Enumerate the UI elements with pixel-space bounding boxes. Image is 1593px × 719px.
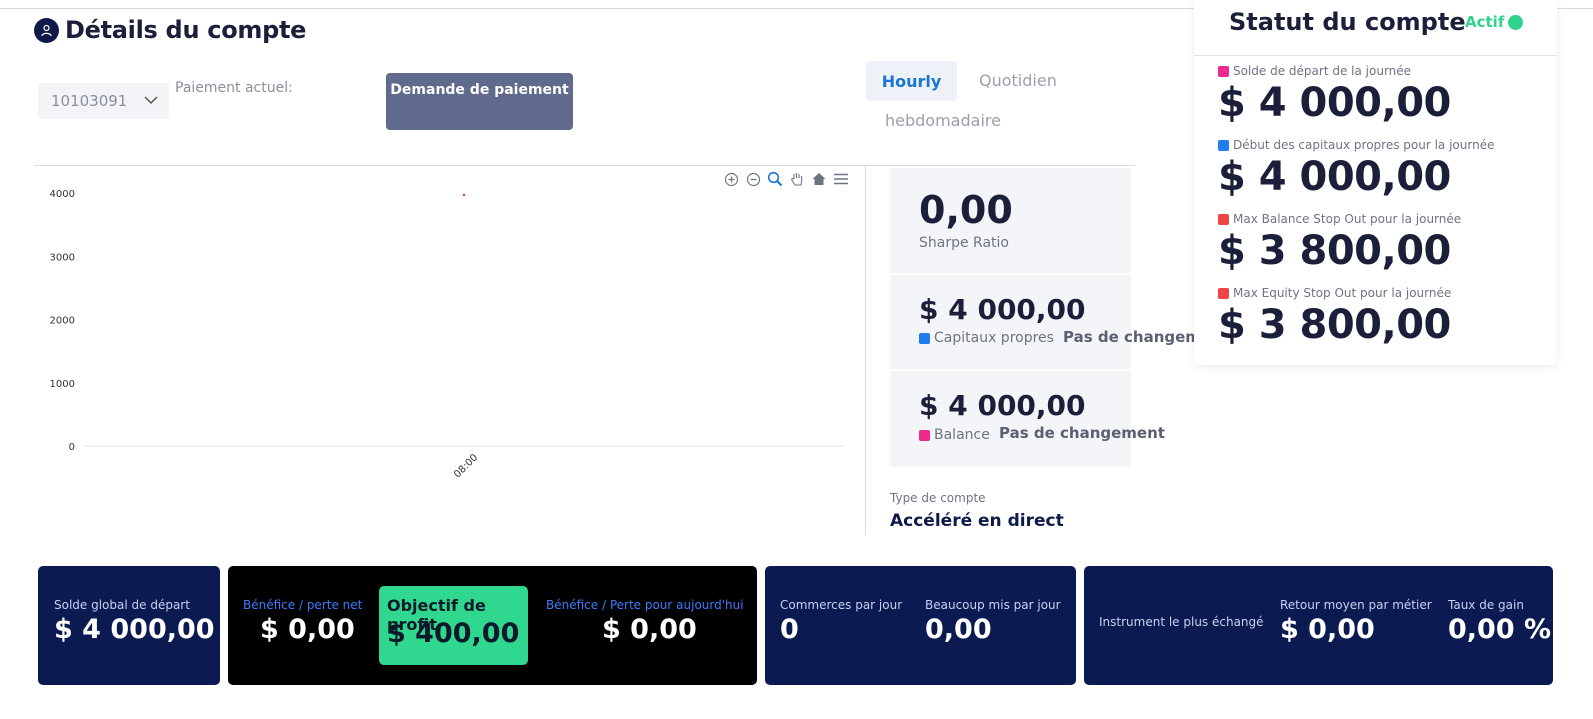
trades-per-day-label: Commerces par jour — [780, 598, 903, 612]
y-tick-label: 3000 — [50, 252, 75, 263]
equity-chart: 4000 3000 2000 1000 0 08:00 — [50, 189, 843, 480]
zoom-out-icon[interactable] — [744, 170, 762, 188]
status-badge-text: Actif — [1465, 13, 1505, 31]
tab-daily[interactable]: Quotidien — [979, 71, 1057, 90]
chevron-down-icon — [143, 92, 159, 112]
user-icon — [34, 17, 59, 43]
status-dot-icon — [1508, 14, 1524, 30]
avg-return-value: $ 0,00 — [1280, 614, 1375, 645]
status-item-label-text: Début des capitaux propres pour la journ… — [1233, 138, 1495, 152]
today-pl-value: $ 0,00 — [602, 614, 697, 645]
status-item-label-text: Solde de départ de la journée — [1233, 64, 1412, 78]
win-rate-label: Taux de gain — [1448, 598, 1524, 612]
zoom-select-icon[interactable] — [766, 170, 784, 188]
starting-balance-label: Solde global de départ — [54, 598, 190, 612]
menu-icon[interactable] — [832, 170, 850, 188]
status-swatch — [1218, 65, 1229, 77]
starting-balance-card: Solde global de départ $ 4 000,00 — [38, 566, 220, 685]
sharpe-ratio-label: Sharpe Ratio — [919, 235, 1009, 251]
y-tick-label: 1000 — [50, 379, 75, 390]
status-badge: Actif — [1465, 13, 1524, 31]
data-point — [462, 193, 466, 197]
account-select-value: 10103091 — [51, 92, 128, 110]
most-traded-label: Instrument le plus échangé — [1099, 615, 1264, 629]
balance-label: Balance — [919, 427, 990, 443]
y-tick-label: 4000 — [50, 189, 75, 200]
status-title: Statut du compte — [1229, 8, 1466, 36]
status-item-label: Début des capitaux propres pour la journ… — [1218, 138, 1494, 152]
status-item-value: $ 3 800,00 — [1218, 228, 1451, 274]
status-item-value: $ 4 000,00 — [1218, 154, 1451, 200]
current-payment-label: Paiement actuel: — [175, 80, 293, 96]
status-item-label: Max Balance Stop Out pour la journée — [1218, 212, 1461, 226]
home-icon[interactable] — [810, 170, 828, 188]
payment-request-button[interactable]: Demande de paiement — [386, 73, 573, 130]
status-swatch — [1218, 213, 1229, 225]
balance-change: Pas de changement — [999, 424, 1165, 442]
status-item-label: Max Equity Stop Out pour la journée — [1218, 286, 1451, 300]
account-type-label: Type de compte — [890, 491, 986, 505]
y-tick-label: 2000 — [50, 316, 75, 327]
balance-label-text: Balance — [934, 427, 990, 443]
starting-balance-value: $ 4 000,00 — [54, 614, 215, 645]
zoom-in-icon[interactable] — [722, 170, 740, 188]
sharpe-ratio-value: 0,00 — [919, 188, 1013, 232]
tab-weekly[interactable]: hebdomadaire — [885, 111, 1001, 130]
balance-legend-swatch — [919, 429, 930, 441]
page-header: Détails du compte — [34, 16, 306, 44]
balance-box: $ 4 000,00 Balance — [890, 371, 1131, 467]
equity-label: Capitaux propres — [919, 330, 1054, 346]
status-item-value: $ 4 000,00 — [1218, 80, 1451, 126]
y-tick-label: 0 — [69, 442, 75, 453]
page-title: Détails du compte — [65, 16, 307, 44]
status-item-value: $ 3 800,00 — [1218, 302, 1451, 348]
status-swatch — [1218, 139, 1229, 151]
avg-return-label: Retour moyen par métier — [1280, 598, 1432, 612]
performance-card: Instrument le plus échangé Retour moyen … — [1084, 566, 1553, 685]
pan-icon[interactable] — [788, 170, 806, 188]
chart-toolbar — [722, 170, 850, 188]
lots-per-day-label: Beaucoup mis par jour — [925, 598, 1061, 612]
equity-box: $ 4 000,00 Capitaux propres — [890, 275, 1131, 369]
lots-per-day-value: 0,00 — [925, 614, 992, 645]
profit-card: Bénéfice / perte net $ 0,00 Objectif de … — [228, 566, 757, 685]
equity-value: $ 4 000,00 — [919, 293, 1086, 326]
win-rate-value: 0,00 % — [1448, 614, 1552, 645]
trades-per-day-value: 0 — [780, 614, 799, 645]
account-select[interactable]: 10103091 — [38, 83, 169, 119]
column-divider — [865, 166, 866, 535]
status-item-label-text: Max Equity Stop Out pour la journée — [1233, 286, 1452, 300]
account-type-value: Accéléré en direct — [890, 511, 1064, 531]
activity-card: Commerces par jour 0 Beaucoup mis par jo… — [765, 566, 1076, 685]
tab-hourly[interactable]: Hourly — [866, 61, 957, 101]
x-tick-label: 08:00 — [452, 452, 480, 480]
today-pl-label: Bénéfice / Perte pour aujourd'hui — [546, 598, 744, 612]
status-divider — [1194, 55, 1557, 56]
net-pl-label: Bénéfice / perte net — [243, 598, 363, 612]
status-item-label-text: Max Balance Stop Out pour la journée — [1233, 212, 1462, 226]
account-status-panel: Statut du compte Actif Solde de départ d… — [1194, 0, 1557, 365]
equity-legend-swatch — [919, 332, 930, 344]
balance-value: $ 4 000,00 — [919, 389, 1086, 422]
profit-goal-value: $ 400,00 — [387, 618, 520, 649]
profit-goal-box: Objectif de profit $ 400,00 — [379, 586, 528, 665]
sharpe-ratio-box: 0,00 Sharpe Ratio — [890, 168, 1131, 273]
status-swatch — [1218, 287, 1229, 299]
status-item-label: Solde de départ de la journée — [1218, 64, 1411, 78]
equity-label-text: Capitaux propres — [934, 330, 1054, 346]
net-pl-value: $ 0,00 — [260, 614, 355, 645]
